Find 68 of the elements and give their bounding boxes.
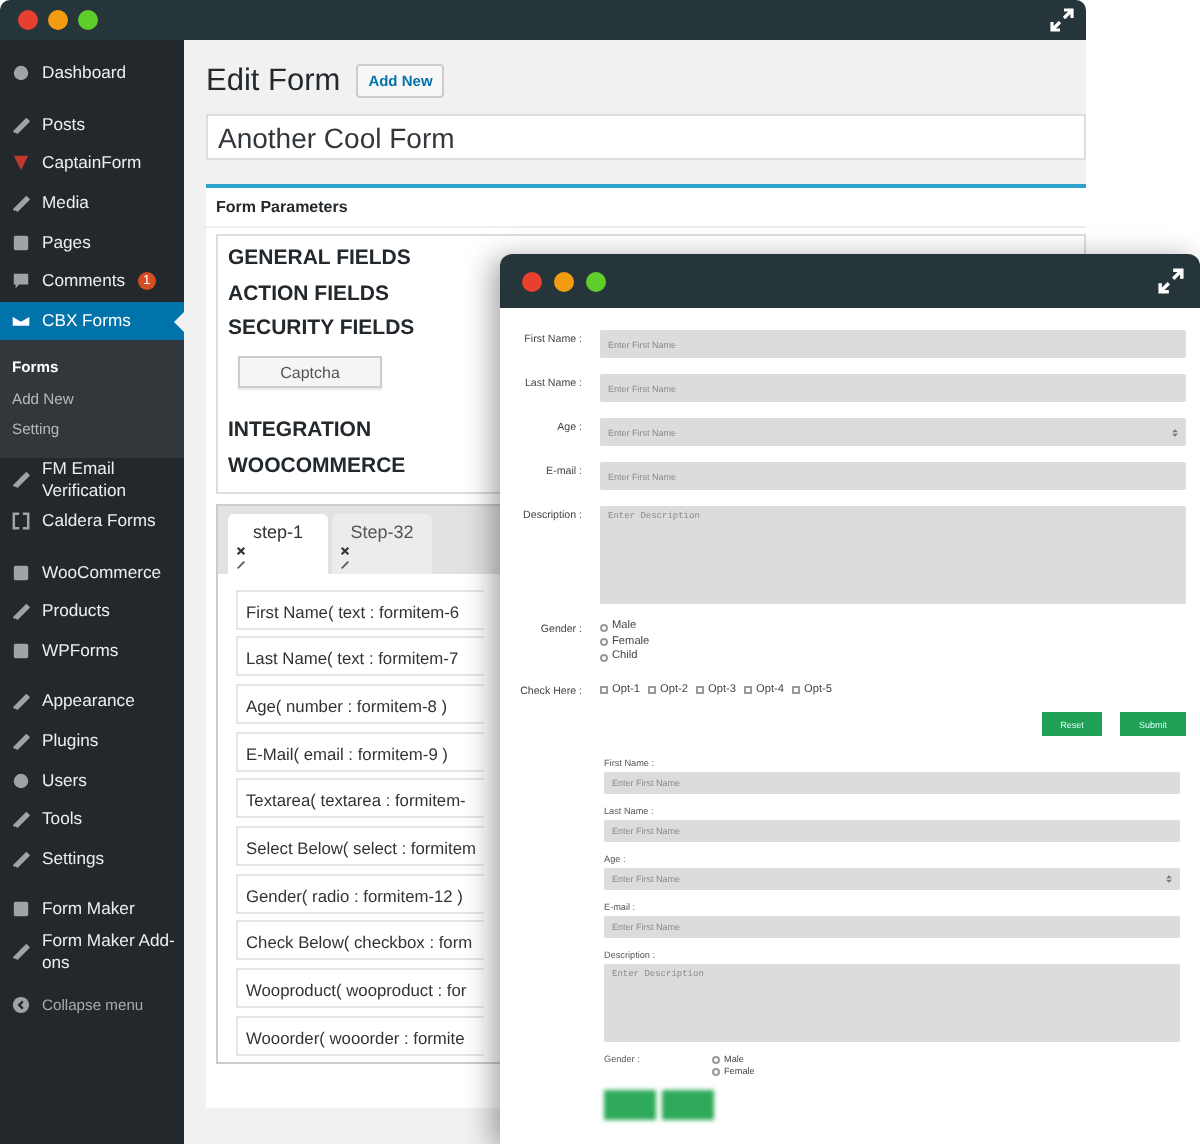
menu-item[interactable]: FM Email Verification	[0, 457, 184, 502]
maximize-button[interactable]	[78, 10, 98, 30]
checkbox[interactable]	[792, 686, 800, 695]
menu-item[interactable]: Users	[0, 760, 184, 800]
minimize-button[interactable]	[48, 10, 68, 30]
envelope-icon	[12, 311, 30, 330]
menu-item[interactable]: Tools	[0, 799, 184, 839]
menu-item[interactable]: CaptainForm	[0, 144, 184, 184]
radio-button[interactable]	[712, 1068, 720, 1076]
radio-button[interactable]	[712, 1056, 720, 1064]
panel-title: Form Parameters	[206, 188, 1086, 228]
menu-item[interactable]: Form Maker	[0, 890, 184, 930]
field-item[interactable]: Select Below( select : formitem	[236, 825, 484, 866]
menu-item[interactable]: Plugins	[0, 721, 184, 761]
minimize-button[interactable]	[554, 271, 574, 291]
captcha-button[interactable]: Captcha	[238, 356, 382, 389]
form-button[interactable]	[604, 1090, 656, 1120]
expand-icon[interactable]	[1158, 268, 1184, 294]
menu-item[interactable]: WPForms	[0, 630, 184, 671]
delete-icon[interactable]	[236, 545, 246, 556]
close-button[interactable]	[18, 10, 38, 30]
menu-item[interactable]: Products	[0, 591, 184, 631]
checkbox[interactable]	[696, 686, 704, 695]
step-tab[interactable]: step-1	[228, 513, 328, 574]
checkbox[interactable]	[600, 686, 608, 695]
brackets-icon	[12, 511, 30, 530]
field-item[interactable]: Textarea( textarea : formitem-	[236, 778, 484, 819]
menu-item[interactable]: WooCommerce	[0, 552, 184, 592]
field-item[interactable]: Last Name( text : formitem-7	[236, 636, 484, 677]
maximize-button[interactable]	[586, 271, 606, 291]
page-icon	[12, 233, 30, 252]
field-item[interactable]: First Name( text : formitem-6	[236, 589, 484, 630]
section-link[interactable]: ACTION FIELDS	[228, 277, 389, 313]
field-item[interactable]: E-Mail( email : formitem-9 )	[236, 731, 484, 772]
section-link[interactable]: SECURITY FIELDS	[228, 312, 415, 349]
section-link[interactable]: GENERAL FIELDS	[228, 242, 411, 278]
section-link[interactable]: WOOCOMMERCE	[228, 449, 406, 486]
field-item[interactable]: Check Below( checkbox : form	[236, 920, 484, 961]
field-item[interactable]: Gender( radio : formitem-12 )	[236, 873, 484, 914]
field-item[interactable]: Wooorder( wooorder : formite	[236, 1015, 484, 1056]
close-button[interactable]	[522, 271, 542, 291]
menu-item[interactable]: CBX Forms	[0, 301, 184, 341]
menu-item[interactable]: Dashboard	[0, 54, 184, 94]
checkbox[interactable]	[648, 686, 656, 695]
menu-item[interactable]: Caldera Forms	[0, 501, 184, 541]
expand-icon[interactable]	[1050, 8, 1074, 32]
field-item[interactable]: Wooproduct( wooproduct : for	[236, 968, 484, 1009]
bubble-icon	[12, 272, 30, 291]
menu-item[interactable]: Appearance	[0, 682, 184, 722]
menu-item[interactable]: Posts	[0, 105, 184, 145]
step-tab[interactable]: Step-32	[332, 513, 432, 574]
form-button[interactable]	[662, 1090, 714, 1120]
radio-button[interactable]	[600, 638, 608, 647]
collapse-icon	[12, 995, 30, 1014]
pencil-icon[interactable]	[340, 559, 350, 570]
menu-item[interactable]: Pages	[0, 222, 184, 262]
section-link[interactable]: INTEGRATION	[228, 414, 372, 450]
radio-button[interactable]	[600, 623, 608, 632]
delete-icon[interactable]	[340, 545, 350, 556]
menu-item[interactable]: Media	[0, 183, 184, 223]
menu-item[interactable]: Form Maker Add-ons	[0, 929, 184, 974]
page-title: Edit Form	[206, 63, 341, 99]
pencil-icon[interactable]	[236, 559, 246, 570]
field-item[interactable]: Age( number : formitem-8 )	[236, 683, 484, 724]
checkbox[interactable]	[744, 686, 752, 695]
form-title-field[interactable]: Another Cool Form	[206, 114, 1086, 160]
radio-button[interactable]	[600, 653, 608, 662]
menu-item[interactable]: Settings	[0, 838, 184, 878]
